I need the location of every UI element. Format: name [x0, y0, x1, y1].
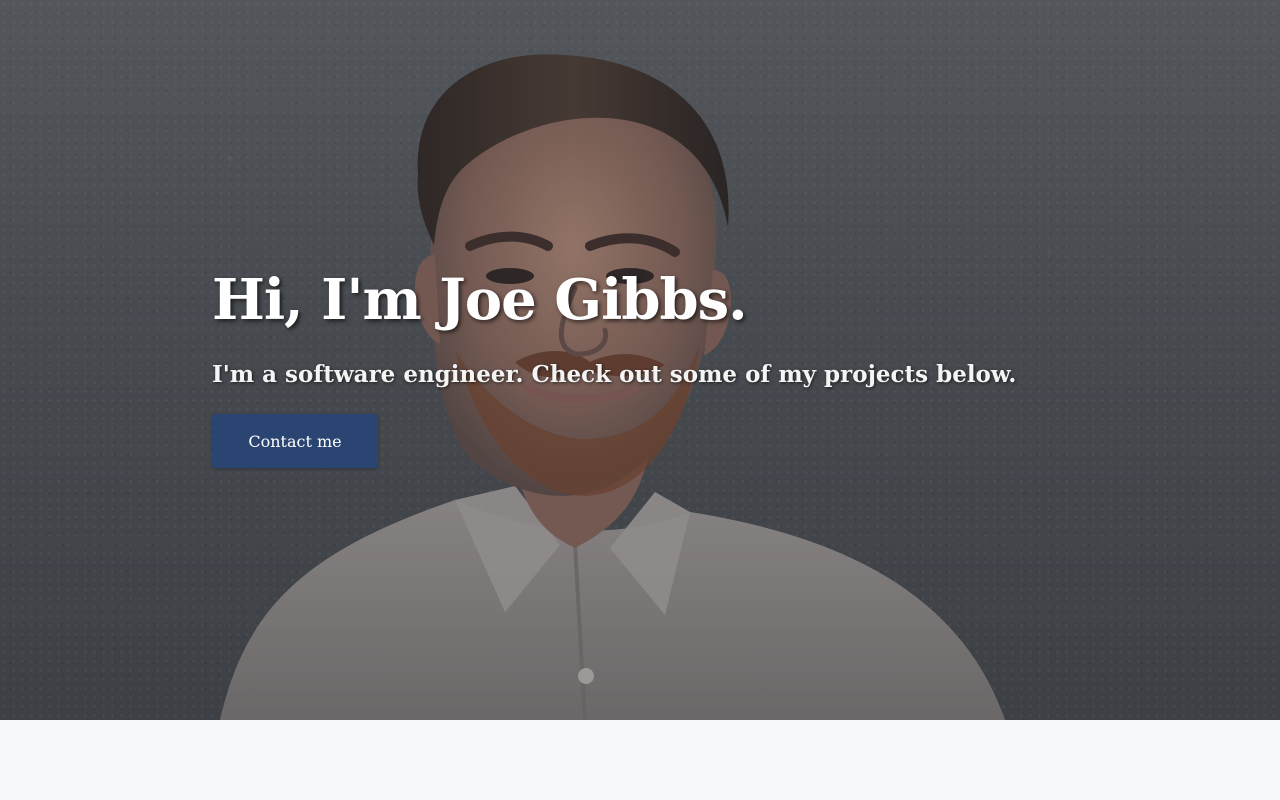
below-hero-section	[0, 720, 1280, 800]
hero-section: Hi, I'm Joe Gibbs. I'm a software engine…	[0, 0, 1280, 720]
hero-headline: Hi, I'm Joe Gibbs.	[212, 267, 748, 333]
contact-me-button[interactable]: Contact me	[212, 414, 378, 468]
hero-content: Hi, I'm Joe Gibbs. I'm a software engine…	[212, 262, 1032, 468]
hero-subheadline: I'm a software engineer. Check out some …	[212, 361, 1017, 388]
